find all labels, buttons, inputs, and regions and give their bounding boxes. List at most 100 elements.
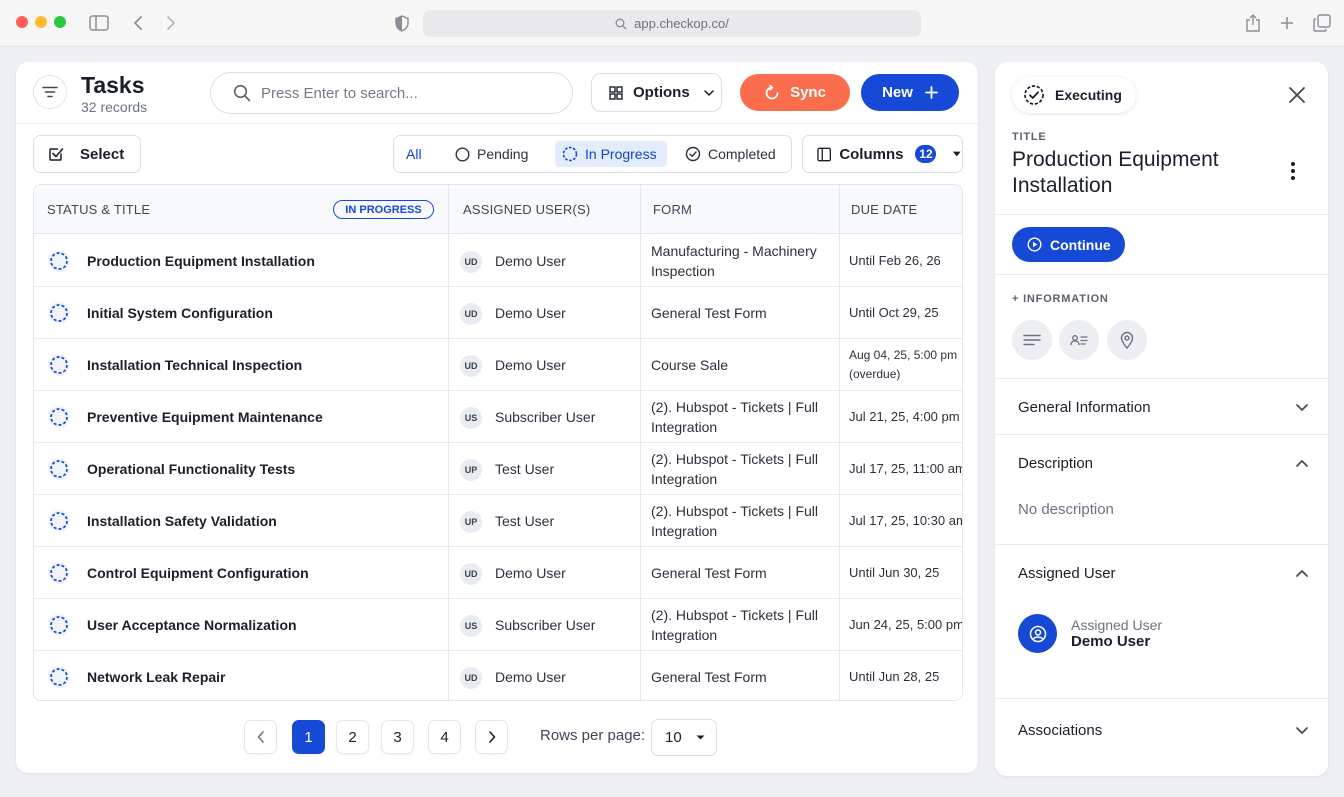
add-text-info-button[interactable]: [1012, 320, 1052, 360]
close-window-button[interactable]: [16, 16, 28, 28]
new-task-button[interactable]: New: [861, 74, 959, 111]
sync-icon: [765, 84, 779, 99]
table-row[interactable]: Installation Technical Inspection UD Demo …: [34, 339, 962, 391]
search-icon: [615, 18, 627, 29]
in-progress-circle-icon[interactable]: [47, 665, 71, 689]
chevron-down-icon: [1296, 726, 1308, 734]
divider: [995, 698, 1328, 699]
in-progress-circle-icon[interactable]: [47, 353, 71, 377]
in-progress-circle-icon[interactable]: [47, 457, 71, 481]
tab-all[interactable]: All: [399, 141, 429, 167]
user-circle-icon: [1029, 625, 1046, 642]
form-name: (2). Hubspot - Tickets | Full Integratio…: [651, 398, 819, 435]
new-tab-icon[interactable]: [1276, 12, 1298, 34]
add-location-info-button[interactable]: [1107, 320, 1147, 360]
chevron-up-icon: [1296, 569, 1308, 577]
description-section[interactable]: Description: [1018, 451, 1308, 475]
search-box[interactable]: [210, 72, 573, 114]
sidebar-toggle-icon[interactable]: [88, 12, 110, 34]
table-row[interactable]: Control Equipment Configuration UD Demo Us…: [34, 547, 962, 599]
forward-icon[interactable]: [160, 12, 182, 34]
select-button[interactable]: Select: [33, 135, 141, 173]
page-1-button[interactable]: 1: [292, 720, 325, 754]
continue-label: Continue: [1050, 236, 1111, 253]
task-title[interactable]: Installation Technical Inspection: [87, 339, 302, 390]
caret-down-icon: [953, 151, 962, 157]
assigned-user: Demo User: [495, 564, 566, 581]
task-title[interactable]: Operational Functionality Tests: [87, 443, 295, 494]
in-progress-circle-icon[interactable]: [47, 561, 71, 585]
tab-pending[interactable]: Pending: [448, 141, 535, 167]
general-information-section[interactable]: General Information: [1018, 395, 1308, 419]
avatar: US: [460, 407, 482, 429]
in-progress-circle-icon[interactable]: [47, 405, 71, 429]
avatar: UD: [460, 251, 482, 273]
table-row[interactable]: Production Equipment Installation UD Demo …: [34, 235, 962, 287]
sync-label: Sync: [790, 84, 826, 101]
maximize-window-button[interactable]: [54, 16, 66, 28]
columns-label: Columns: [839, 145, 904, 163]
minimize-window-button[interactable]: [35, 16, 47, 28]
options-button[interactable]: Options: [591, 73, 722, 112]
header-due-date[interactable]: DUE DATE: [851, 185, 917, 234]
tab-completed[interactable]: Completed: [678, 141, 783, 167]
assigned-user-name[interactable]: Demo User: [1071, 633, 1150, 650]
tab-in-progress[interactable]: In Progress: [555, 141, 667, 167]
columns-button[interactable]: Columns 12: [802, 135, 963, 173]
description-text: No description: [1018, 501, 1114, 518]
task-title[interactable]: Control Equipment Configuration: [87, 547, 309, 598]
table-row[interactable]: User Acceptance Normalization US Subscribe…: [34, 599, 962, 651]
chevron-down-icon: [1296, 403, 1308, 411]
filter-button[interactable]: [33, 75, 67, 109]
in-progress-circle-icon[interactable]: [47, 249, 71, 273]
table-row[interactable]: Installation Safety Validation UP Test Use…: [34, 495, 962, 547]
options-label: Options: [633, 84, 690, 101]
share-icon[interactable]: [1242, 12, 1264, 34]
add-contact-info-button[interactable]: [1059, 320, 1099, 360]
task-title: Production Equipment Installation: [1012, 148, 1219, 197]
continue-button[interactable]: Continue: [1012, 227, 1125, 262]
section-title: Associations: [1018, 721, 1103, 739]
table-row[interactable]: Operational Functionality Tests UP Test Us…: [34, 443, 962, 495]
tab-overview-icon[interactable]: [1311, 12, 1333, 34]
in-progress-circle-icon[interactable]: [47, 613, 71, 637]
table-row[interactable]: Initial System Configuration UD Demo User G…: [34, 287, 962, 339]
search-input[interactable]: [261, 84, 551, 102]
header-form[interactable]: FORM: [653, 185, 692, 234]
due-date: Until Jun 28, 25: [849, 669, 940, 684]
table-row[interactable]: Network Leak Repair UD Demo User General Te…: [34, 651, 962, 700]
assigned-user: Test User: [495, 512, 555, 529]
status-pill[interactable]: Executing: [1012, 77, 1136, 113]
address-bar[interactable]: app.checkop.co/: [423, 10, 921, 37]
page-4-button[interactable]: 4: [428, 720, 461, 754]
associations-section[interactable]: Associations: [1018, 718, 1308, 742]
next-page-button[interactable]: [475, 720, 508, 754]
header-assigned-users[interactable]: ASSIGNED USER(S): [463, 185, 590, 234]
task-title[interactable]: Initial System Configuration: [87, 287, 273, 338]
task-title[interactable]: Installation Safety Validation: [87, 495, 277, 546]
in-progress-circle-icon[interactable]: [47, 301, 71, 325]
check-circle-icon: [685, 146, 701, 162]
header-status-title[interactable]: STATUS & TITLE: [47, 185, 150, 234]
back-icon[interactable]: [127, 12, 149, 34]
form-name: (2). Hubspot - Tickets | Full Integratio…: [651, 502, 819, 539]
page-title: Tasks: [81, 72, 145, 98]
rows-per-page-select[interactable]: 10: [651, 719, 717, 756]
table-row[interactable]: Preventive Equipment Maintenance US Subscr…: [34, 391, 962, 443]
prev-page-button[interactable]: [244, 720, 277, 754]
task-title[interactable]: Preventive Equipment Maintenance: [87, 391, 323, 442]
page-2-button[interactable]: 2: [336, 720, 369, 754]
divider: [995, 274, 1328, 275]
sync-button[interactable]: Sync: [740, 74, 850, 111]
assigned-user-section[interactable]: Assigned User: [1018, 561, 1308, 585]
more-options-icon[interactable]: [1283, 160, 1303, 182]
in-progress-circle-icon[interactable]: [47, 509, 71, 533]
form-name: General Test Form: [651, 304, 767, 321]
task-title[interactable]: Network Leak Repair: [87, 651, 226, 700]
close-icon[interactable]: [1286, 84, 1308, 106]
section-title: Assigned User: [1018, 564, 1116, 582]
task-title[interactable]: Production Equipment Installation: [87, 235, 315, 286]
task-title[interactable]: User Acceptance Normalization: [87, 599, 297, 650]
page-3-button[interactable]: 3: [381, 720, 414, 754]
executing-check-icon: [1024, 85, 1044, 105]
